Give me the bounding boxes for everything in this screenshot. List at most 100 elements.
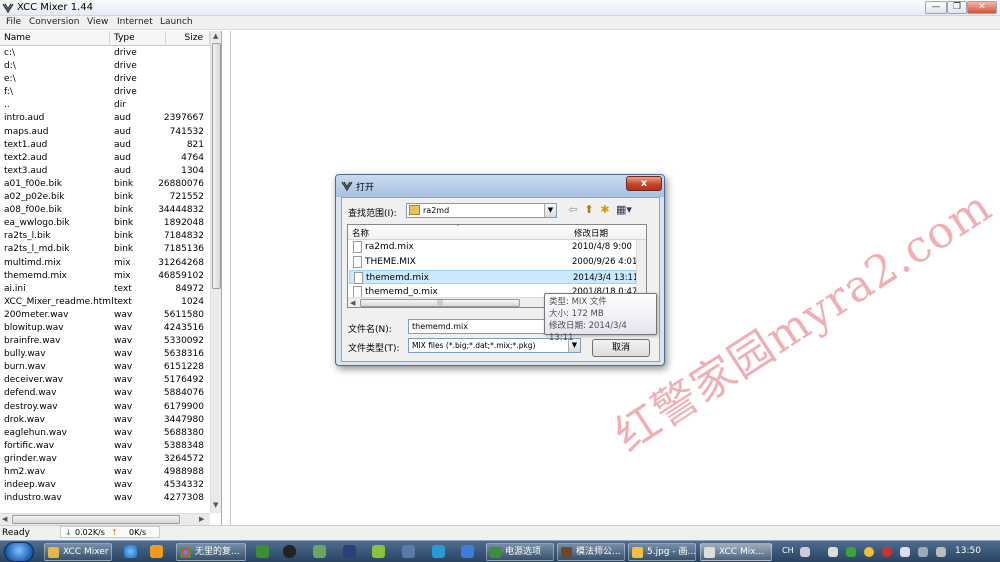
language-indicator[interactable]: CH [782, 546, 794, 555]
file-row[interactable]: THEME.MIX 2000/9/26 4:01 [349, 255, 637, 269]
media-icon[interactable] [150, 545, 163, 558]
dialog-close-button[interactable]: x [626, 176, 662, 191]
cell-name: .. [4, 100, 10, 111]
keyboard-icon[interactable] [800, 547, 810, 557]
file-list-row[interactable]: ea_wwlogo.bik bink 1892048 [0, 217, 210, 230]
file-list-row[interactable]: grinder.wav wav 3264572 [0, 453, 210, 466]
file-list-row[interactable]: indeep.wav wav 4534332 [0, 479, 210, 492]
volume-icon[interactable] [900, 547, 910, 557]
file-list-row[interactable]: ra2ts_l.bik bink 7184832 [0, 230, 210, 243]
taskbar-button-chrome[interactable]: 无里的复... [176, 543, 246, 561]
tray-up-icon[interactable] [828, 547, 838, 557]
file-row[interactable]: ra2md.mix 2010/4/8 9:00 [349, 240, 636, 254]
menu-launch[interactable]: Launch [160, 17, 193, 27]
file-list-row[interactable]: industro.wav wav 4277308 [0, 492, 210, 505]
taskbar-button-xcc-active[interactable]: XCC Mix... [700, 543, 772, 561]
menu-file[interactable]: File [6, 17, 21, 27]
cell-type: drive [114, 87, 137, 98]
file-list-row[interactable]: drok.wav wav 3447980 [0, 414, 210, 427]
file-list-row[interactable]: ai.ini text 84972 [0, 283, 210, 296]
file-list-row[interactable]: intro.aud aud 2397667 [0, 112, 210, 125]
back-icon[interactable]: ⇦ [566, 204, 580, 217]
col-date-header[interactable]: 修改日期 [574, 227, 608, 239]
file-list-row[interactable]: multimd.mix mix 31264268 [0, 257, 210, 270]
filename-input[interactable]: thememd.mix [408, 319, 548, 334]
monitor-icon[interactable] [402, 545, 415, 558]
scroll-up-icon[interactable]: ▲ [213, 32, 218, 40]
shield-icon[interactable] [846, 547, 856, 557]
scroll-down-icon[interactable]: ▼ [213, 501, 218, 509]
qq-icon[interactable] [283, 545, 296, 558]
file-list-row[interactable]: a08_f00e.bik bink 34444832 [0, 204, 210, 217]
taskbar-button-game[interactable]: 模法师公... [557, 543, 625, 561]
file-list-row[interactable]: .. dir [0, 99, 210, 112]
file-list-row[interactable]: hm2.wav wav 4988988 [0, 466, 210, 479]
scroll-thumb-horizontal[interactable] [12, 515, 180, 524]
scroll-right-icon[interactable]: ▶ [199, 515, 204, 523]
menu-view[interactable]: View [87, 17, 108, 27]
ie-icon[interactable] [124, 545, 137, 558]
app-icon[interactable] [432, 545, 445, 558]
file-list-row[interactable]: bully.wav wav 5638316 [0, 348, 210, 361]
taskbar-button-power[interactable]: 电源选项 [486, 543, 554, 561]
file-list-row[interactable]: e:\ drive [0, 73, 210, 86]
app-icon[interactable] [313, 545, 326, 558]
file-list-header: Name Type Size [0, 31, 210, 46]
column-type[interactable]: Type [110, 31, 166, 46]
file-list-row[interactable]: 200meter.wav wav 5611580 [0, 309, 210, 322]
horizontal-scrollbar[interactable]: ◀ ▶ [0, 513, 210, 525]
file-list-row[interactable]: defend.wav wav 5884076 [0, 387, 210, 400]
chevron-down-icon[interactable]: ▼ [544, 204, 556, 217]
cell-type: bink [114, 205, 134, 216]
file-list-row[interactable]: c:\ drive [0, 47, 210, 60]
file-list-row[interactable]: eaglehun.wav wav 5688380 [0, 427, 210, 440]
taskbar-button-paint[interactable]: 5.jpg - 画... [628, 543, 696, 561]
app-icon[interactable] [256, 545, 269, 558]
file-list-row[interactable]: ra2ts_l_md.bik bink 7185136 [0, 243, 210, 256]
file-row-selected[interactable]: thememd.mix 2014/3/4 13:11 [349, 270, 638, 284]
up-folder-icon[interactable]: ⬆ [582, 204, 596, 217]
app-icon[interactable] [372, 545, 385, 558]
tray-app-icon[interactable] [882, 547, 892, 557]
menu-internet[interactable]: Internet [117, 17, 153, 27]
new-folder-icon[interactable]: ✱ [598, 204, 612, 217]
file-list-row[interactable]: a02_p02e.bik bink 721552 [0, 191, 210, 204]
file-list-row[interactable]: text2.aud aud 4764 [0, 152, 210, 165]
file-list-row[interactable]: burn.wav wav 6151228 [0, 361, 210, 374]
file-list-row[interactable]: brainfre.wav wav 5330092 [0, 335, 210, 348]
file-list-row[interactable]: text3.aud aud 1304 [0, 165, 210, 178]
taskbar-button-xcc-mixer[interactable]: XCC Mixer [44, 543, 112, 561]
tray-app-icon[interactable] [864, 547, 874, 557]
restore-button[interactable]: ❐ [947, 1, 967, 14]
file-list-row[interactable]: a01_f00e.bik bink 26880076 [0, 178, 210, 191]
column-name[interactable]: Name [0, 31, 110, 46]
col-name-header[interactable]: 名称 [352, 227, 369, 239]
scroll-thumb[interactable] [212, 43, 221, 289]
vertical-scrollbar[interactable]: ▲ ▼ [210, 31, 221, 513]
file-list-row[interactable]: d:\ drive [0, 60, 210, 73]
scroll-left-icon[interactable]: ◀ [2, 515, 7, 523]
file-list-row[interactable]: text1.aud aud 821 [0, 139, 210, 152]
file-list-row[interactable]: maps.aud aud 741532 [0, 126, 210, 139]
menu-conversion[interactable]: Conversion [29, 17, 79, 27]
view-menu-icon[interactable]: ▦▾ [614, 204, 634, 217]
file-list-row[interactable]: blowitup.wav wav 4243516 [0, 322, 210, 335]
network-icon[interactable] [918, 547, 928, 557]
app-icon[interactable] [461, 545, 474, 558]
scroll-left-icon[interactable]: ◀ [350, 299, 355, 307]
tray-app-icon[interactable] [936, 547, 946, 557]
app-icon[interactable] [343, 545, 356, 558]
file-list-row[interactable]: f:\ drive [0, 86, 210, 99]
close-button[interactable]: ✕ [967, 1, 997, 14]
file-list-row[interactable]: destroy.wav wav 6179900 [0, 401, 210, 414]
minimize-button[interactable]: — [925, 1, 947, 14]
column-size[interactable]: Size [166, 31, 210, 46]
clock[interactable]: 13:50 [955, 546, 981, 556]
dialog-scroll-thumb[interactable]: ||| [360, 299, 520, 307]
file-list-row[interactable]: deceiver.wav wav 5176492 [0, 374, 210, 387]
lookin-combo[interactable]: ra2md ▼ [406, 203, 557, 218]
start-button[interactable] [4, 542, 34, 562]
file-list-row[interactable]: thememd.mix mix 46859102 [0, 270, 210, 283]
file-list-row[interactable]: fortific.wav wav 5388348 [0, 440, 210, 453]
file-list-row[interactable]: XCC_Mixer_readme.html text 1024 [0, 296, 210, 309]
